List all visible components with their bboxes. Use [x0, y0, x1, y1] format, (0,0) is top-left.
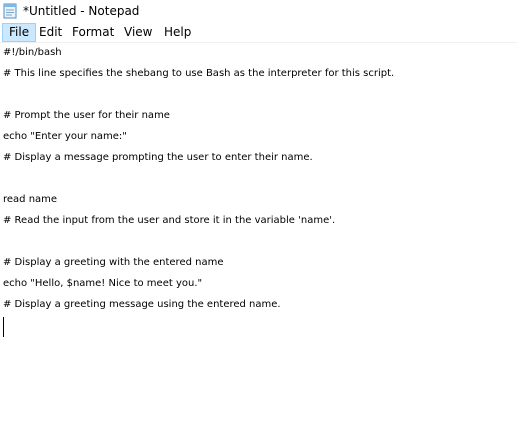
- editor-line: read name: [3, 194, 58, 205]
- editor-line: echo "Hello, $name! Nice to meet you.": [3, 278, 203, 289]
- menu-view[interactable]: View: [118, 23, 158, 42]
- editor-line: #!/bin/bash: [3, 47, 62, 58]
- editor-line: # Display a greeting message using the e…: [3, 299, 281, 310]
- editor-line: # Display a greeting with the entered na…: [3, 257, 224, 268]
- editor-line: # Display a message prompting the user t…: [3, 152, 313, 163]
- text-caret: [3, 317, 4, 337]
- menu-file[interactable]: File: [2, 23, 37, 42]
- title-bar[interactable]: *Untitled - Notepad: [0, 0, 517, 22]
- notepad-icon: [3, 3, 17, 19]
- editor-line: echo "Enter your name:": [3, 131, 127, 142]
- menu-format[interactable]: Format: [66, 23, 120, 42]
- editor-line: # This line specifies the shebang to use…: [3, 68, 395, 79]
- text-editor[interactable]: #!/bin/bash # This line specifies the sh…: [0, 43, 517, 421]
- window-title: *Untitled - Notepad: [23, 4, 140, 18]
- menu-edit[interactable]: Edit: [33, 23, 68, 42]
- editor-line: # Read the input from the user and store…: [3, 215, 336, 226]
- menu-bar: File Edit Format View Help: [0, 23, 517, 43]
- menu-help[interactable]: Help: [158, 23, 197, 42]
- editor-line: # Prompt the user for their name: [3, 110, 170, 121]
